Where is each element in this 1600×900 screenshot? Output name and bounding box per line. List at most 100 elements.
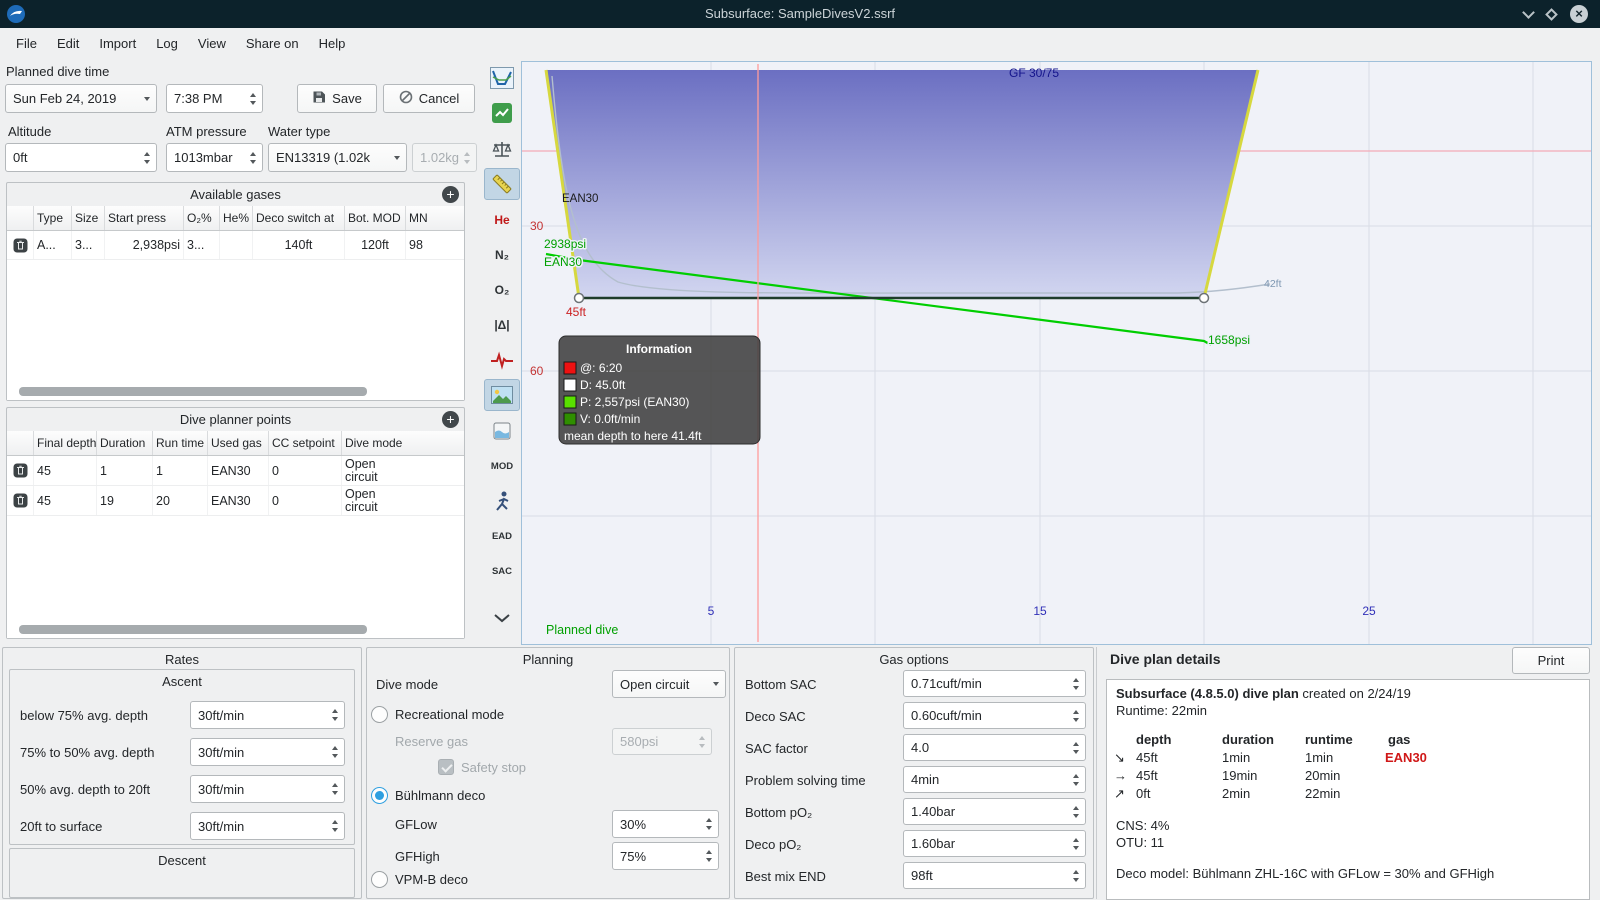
points-cell-setpoint[interactable]: 0 (269, 486, 342, 515)
gases-cell-type[interactable]: A... (34, 231, 72, 259)
points-cell-mode[interactable]: Open circuit (342, 456, 406, 485)
dive-mode-combo[interactable]: Open circuit (612, 670, 726, 698)
problem-solving-time-spinbox[interactable]: 4min (903, 766, 1086, 793)
points-cell-duration[interactable]: 1 (97, 456, 153, 485)
delete-gas-button[interactable] (7, 231, 34, 259)
menu-share-on[interactable]: Share on (236, 31, 309, 56)
toolbar-photos-toggle[interactable] (484, 379, 520, 411)
gases-cell-he[interactable] (220, 231, 253, 259)
save-button[interactable]: Save (297, 84, 377, 113)
points-cell-runtime[interactable]: 1 (153, 456, 208, 485)
buhlmann-deco-radio[interactable] (371, 787, 388, 804)
toolbar-ndl-toggle[interactable] (484, 485, 520, 517)
spin-arrows-icon[interactable] (329, 820, 344, 832)
spin-arrows-icon[interactable] (1070, 869, 1085, 882)
spin-arrows-icon[interactable] (1070, 741, 1085, 754)
ascent-rate-spinbox-3[interactable]: 30ft/min (190, 775, 345, 803)
toolbar-logbook-icon[interactable] (484, 97, 520, 129)
toolbar-he-toggle[interactable]: He (484, 204, 520, 236)
bottom-po2-spinbox[interactable]: 1.40bar (903, 798, 1086, 825)
ascent-rate-spinbox-1[interactable]: 30ft/min (190, 701, 345, 729)
toolbar-sac-toggle[interactable]: SAC (484, 555, 520, 587)
time-spinbox[interactable]: 7:38 PM (166, 84, 263, 113)
points-cell-runtime[interactable]: 20 (153, 486, 208, 515)
ascent-rate-spinbox-4[interactable]: 30ft/min (190, 812, 345, 840)
menu-edit[interactable]: Edit (47, 31, 89, 56)
gfhigh-spinbox[interactable]: 75% (612, 842, 719, 870)
toolbar-o2-toggle[interactable]: O₂ (484, 274, 520, 306)
spin-arrows-icon[interactable] (141, 151, 156, 164)
gases-table-row[interactable]: A... 3... 2,938psi 3... 140ft 120ft 98 (7, 231, 464, 260)
spin-arrows-icon[interactable] (1070, 837, 1085, 850)
atm-pressure-spinbox[interactable]: 1013mbar (166, 143, 263, 172)
points-cell-setpoint[interactable]: 0 (269, 456, 342, 485)
maximize-icon[interactable] (1545, 7, 1558, 21)
print-button[interactable]: Print (1512, 647, 1590, 674)
vpmb-deco-radio[interactable] (371, 871, 388, 888)
toolbar-chart-icon[interactable] (484, 62, 520, 94)
toolbar-scale-icon[interactable] (484, 134, 520, 166)
spin-arrows-icon[interactable] (329, 783, 344, 795)
points-cell-duration[interactable]: 19 (97, 486, 153, 515)
toolbar-dc-ceiling-toggle[interactable]: |Δ| (484, 309, 520, 341)
add-point-button[interactable]: + (442, 411, 459, 428)
bottom-sac-spinbox[interactable]: 0.71cuft/min (903, 670, 1086, 697)
recreational-mode-radio[interactable] (371, 706, 388, 723)
spin-arrows-icon[interactable] (1070, 773, 1085, 786)
gases-horizontal-scrollbar[interactable] (19, 387, 367, 396)
menu-import[interactable]: Import (89, 31, 146, 56)
sac-factor-spinbox[interactable]: 4.0 (903, 734, 1086, 761)
delete-point-button[interactable] (7, 486, 34, 515)
delete-point-button[interactable] (7, 456, 34, 485)
spin-arrows-icon[interactable] (1070, 709, 1085, 722)
menu-file[interactable]: File (6, 31, 47, 56)
gflow-spinbox[interactable]: 30% (612, 810, 719, 838)
gases-cell-mnd[interactable]: 98 (406, 231, 446, 259)
deco-sac-spinbox[interactable]: 0.60cuft/min (903, 702, 1086, 729)
spin-arrows-icon[interactable] (329, 709, 344, 721)
add-gas-button[interactable]: + (442, 186, 459, 203)
points-cell-depth[interactable]: 45 (34, 486, 97, 515)
dive-profile-plot[interactable]: GF 30/75 30 60 5 15 25 EAN30 2938psi EAN… (522, 62, 1591, 644)
spin-arrows-icon[interactable] (329, 746, 344, 758)
spin-arrows-icon[interactable] (247, 151, 262, 164)
waypoint-handle[interactable] (573, 292, 585, 304)
toolbar-scroll-down-icon[interactable] (484, 602, 520, 634)
deco-po2-spinbox[interactable]: 1.60bar (903, 830, 1086, 857)
waypoint-handle[interactable] (1198, 292, 1210, 304)
gases-cell-bot-mod[interactable]: 120ft (345, 231, 406, 259)
gases-cell-size[interactable]: 3... (72, 231, 105, 259)
spin-arrows-icon[interactable] (1070, 805, 1085, 818)
date-combo[interactable]: Sun Feb 24, 2019 (5, 84, 157, 113)
toolbar-ead-toggle[interactable]: EAD (484, 520, 520, 552)
gases-cell-start-press[interactable]: 2,938psi (105, 231, 184, 259)
points-table-row[interactable]: 45 19 20 EAN30 0 Open circuit (7, 486, 464, 516)
points-cell-mode[interactable]: Open circuit (342, 486, 406, 515)
dive-profile-chart[interactable]: GF 30/75 30 60 5 15 25 EAN30 2938psi EAN… (521, 61, 1592, 645)
gases-cell-deco-switch[interactable]: 140ft (253, 231, 345, 259)
menu-log[interactable]: Log (146, 31, 188, 56)
toolbar-n2-toggle[interactable]: N₂ (484, 239, 520, 271)
toolbar-ceiling-toggle[interactable] (484, 415, 520, 447)
points-table-row[interactable]: 45 1 1 EAN30 0 Open circuit (7, 456, 464, 486)
toolbar-mod-toggle[interactable]: MOD (484, 450, 520, 482)
points-horizontal-scrollbar[interactable] (19, 625, 367, 634)
points-cell-gas[interactable]: EAN30 (208, 486, 269, 515)
best-mix-end-spinbox[interactable]: 98ft (903, 862, 1086, 889)
altitude-spinbox[interactable]: 0ft (5, 143, 157, 172)
toolbar-heart-rate-toggle[interactable] (484, 344, 520, 376)
spin-arrows-icon[interactable] (703, 850, 718, 862)
menu-view[interactable]: View (188, 31, 236, 56)
close-icon[interactable]: × (1570, 5, 1588, 23)
points-cell-gas[interactable]: EAN30 (208, 456, 269, 485)
cancel-button[interactable]: Cancel (383, 84, 475, 113)
points-cell-depth[interactable]: 45 (34, 456, 97, 485)
spin-arrows-icon[interactable] (247, 92, 262, 105)
spin-arrows-icon[interactable] (1070, 677, 1085, 690)
ascent-rate-spinbox-2[interactable]: 30ft/min (190, 738, 345, 766)
minimize-icon[interactable] (1522, 5, 1535, 19)
water-type-combo[interactable]: EN13319 (1.02k (268, 143, 407, 172)
gases-cell-o2[interactable]: 3... (184, 231, 220, 259)
toolbar-ruler-icon[interactable] (484, 168, 520, 200)
spin-arrows-icon[interactable] (703, 818, 718, 830)
